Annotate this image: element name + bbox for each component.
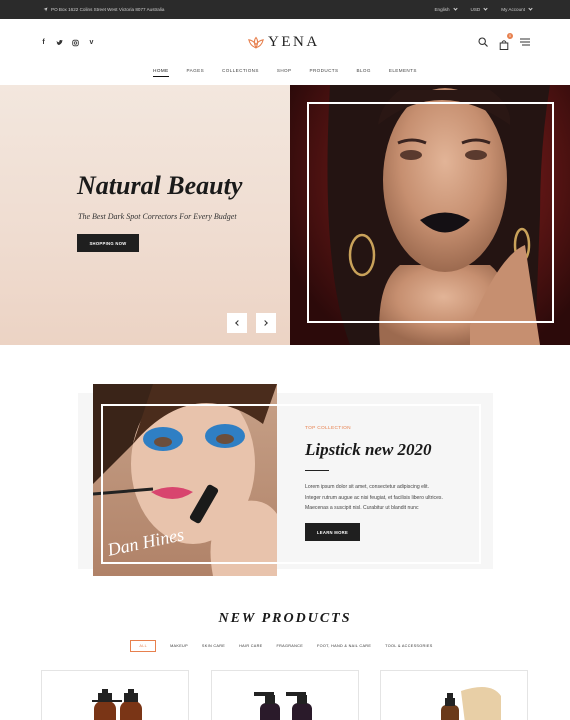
product-image (254, 692, 312, 720)
learn-more-button[interactable]: LEARN MORE (305, 523, 360, 541)
new-products-title: NEW PRODUCTS (218, 611, 352, 626)
location-icon (43, 7, 48, 12)
nav-pages[interactable]: PAGES (178, 68, 214, 73)
shopping-bag-icon (499, 40, 509, 50)
facebook-icon[interactable]: f (40, 39, 47, 47)
logo-text: YENA (268, 34, 320, 50)
tab-foot-hand-nail-care[interactable]: FOOT, HAND & NAIL CARE (310, 644, 378, 648)
menu-icon[interactable] (520, 38, 530, 46)
currency-dropdown[interactable]: USD (471, 6, 488, 12)
logo[interactable]: YENA (248, 34, 320, 51)
nav-home[interactable]: HOME (144, 68, 177, 77)
shop-now-button[interactable]: SHOPPING NOW (77, 234, 139, 252)
header: f v YENA 0 HOME PAGES COLLECTIONS SHOP P… (0, 19, 570, 85)
nav-products[interactable]: PRODUCTS (301, 68, 348, 73)
top-bar: PO Box 1622 Colins Street West Victoria … (0, 0, 570, 19)
tab-fragrance[interactable]: FRAGRANCE (269, 644, 310, 648)
main-nav: HOME PAGES COLLECTIONS SHOP PRODUCTS BLO… (0, 68, 570, 77)
collection-tag: TOP COLLECTION (305, 426, 351, 431)
collection-title: Lipstick new 2020 (305, 440, 432, 459)
product-image (441, 687, 501, 720)
lotus-logo-icon (248, 36, 264, 49)
tab-hair-care[interactable]: HAIR CARE (232, 644, 269, 648)
product-card[interactable] (211, 670, 359, 720)
address: PO Box 1622 Colins Street West Victoria … (43, 7, 164, 12)
vimeo-icon[interactable]: v (88, 39, 95, 47)
nav-elements[interactable]: ELEMENTS (380, 68, 426, 73)
tab-tool-accessories[interactable]: TOOL & ACCESSORIES (378, 644, 439, 648)
product-card[interactable] (380, 670, 528, 720)
account-dropdown[interactable]: My Account (501, 6, 533, 12)
tab-skin-care[interactable]: SKIN CARE (195, 644, 232, 648)
nav-shop[interactable]: SHOP (268, 68, 301, 73)
hero-subtitle: The Best Dark Spot Correctors For Every … (78, 212, 237, 221)
product-card[interactable] (41, 670, 189, 720)
product-image (92, 689, 142, 720)
hero-image (290, 85, 570, 345)
tab-all[interactable]: ALL (130, 640, 157, 652)
chevron-down-icon (528, 6, 533, 11)
nav-blog[interactable]: BLOG (347, 68, 379, 73)
chevron-down-icon (452, 6, 458, 11)
twitter-icon[interactable] (56, 39, 63, 47)
decorative-frame (307, 102, 554, 323)
divider (305, 470, 329, 471)
cart-button[interactable]: 0 (499, 33, 513, 50)
nav-collections[interactable]: COLLECTIONS (213, 68, 268, 73)
language-dropdown[interactable]: English (434, 6, 458, 12)
collection-description: Lorem ipsum dolor sit amet, consectetur … (305, 484, 443, 512)
tab-makeup[interactable]: MAKEUP (163, 644, 195, 648)
instagram-icon[interactable] (72, 39, 79, 47)
prev-slide-button[interactable] (227, 313, 247, 333)
hero-title: Natural Beauty (77, 171, 243, 200)
hero-slider: Natural Beauty The Best Dark Spot Correc… (0, 85, 570, 345)
chevron-left-icon (235, 320, 241, 326)
address-text: PO Box 1622 Colins Street West Victoria … (51, 7, 165, 12)
cart-count-badge: 0 (507, 33, 513, 39)
next-slide-button[interactable] (256, 313, 276, 333)
hero-text-panel: Natural Beauty The Best Dark Spot Correc… (0, 85, 290, 345)
product-filter-tabs: ALL MAKEUP SKIN CARE HAIR CARE FRAGRANCE… (0, 640, 570, 652)
chevron-down-icon (483, 6, 488, 11)
social-links: f v (40, 39, 95, 47)
chevron-right-icon (262, 320, 268, 326)
search-icon[interactable] (478, 37, 488, 47)
